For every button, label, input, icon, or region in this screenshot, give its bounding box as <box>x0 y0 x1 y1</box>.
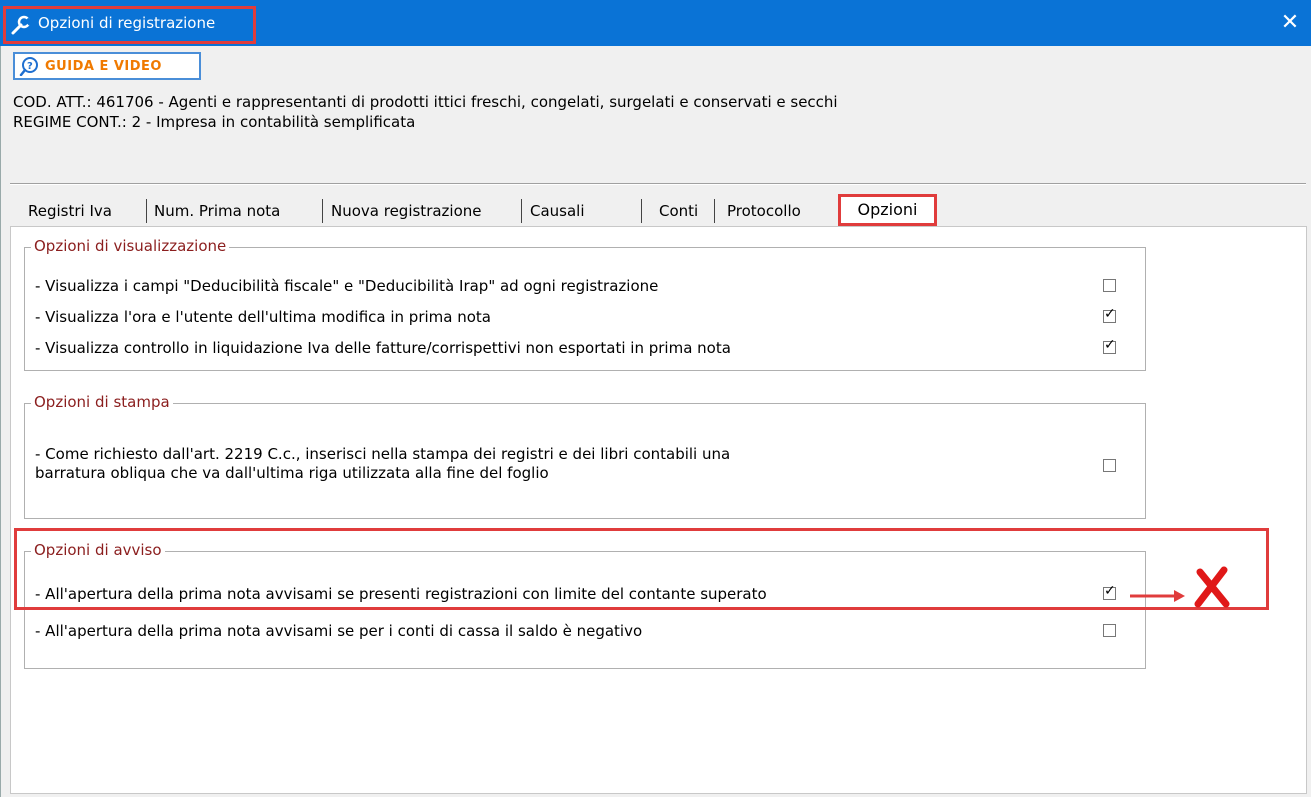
tab-registri-iva[interactable]: Registri Iva <box>28 196 112 226</box>
option-label-barratura-line2: barratura obliqua che va dall'ultima rig… <box>35 464 549 482</box>
tab-divider <box>714 199 715 223</box>
option-label-deducibilita: - Visualizza i campi "Deducibilità fisca… <box>35 277 659 295</box>
option-label-limite-contante: - All'apertura della prima nota avvisami… <box>35 585 767 603</box>
activity-code-line: COD. ATT.: 461706 - Agenti e rappresenta… <box>13 93 838 111</box>
svg-text:?: ? <box>27 61 33 72</box>
tab-conti[interactable]: Conti <box>659 196 698 226</box>
option-label-saldo-negativo: - All'apertura della prima nota avvisami… <box>35 622 643 640</box>
separator <box>10 183 1306 185</box>
arrow-right-icon <box>1130 590 1185 602</box>
group-title-avviso: Opzioni di avviso <box>31 541 165 559</box>
tab-nuova-registrazione[interactable]: Nuova registrazione <box>331 196 482 226</box>
checkbox-controllo-liquidazione[interactable] <box>1103 337 1116 354</box>
tab-divider <box>521 199 522 223</box>
option-label-controllo-liquidazione: - Visualizza controllo in liquidazione I… <box>35 339 731 357</box>
tab-divider <box>322 199 323 223</box>
group-avviso: Opzioni di avviso - All'apertura della p… <box>24 541 1146 669</box>
options-panel: Opzioni di visualizzazione - Visualizza … <box>10 226 1307 794</box>
group-visualizzazione: Opzioni di visualizzazione - Visualizza … <box>24 237 1146 371</box>
tab-protocollo[interactable]: Protocollo <box>727 196 801 226</box>
guida-e-video-label: GUIDA E VIDEO <box>45 59 162 74</box>
group-title-stampa: Opzioni di stampa <box>31 393 173 411</box>
checkbox-ultima-modifica[interactable] <box>1103 306 1116 323</box>
cross-mark-icon <box>1194 566 1230 608</box>
title-highlight-box <box>3 6 256 44</box>
checkbox-saldo-negativo[interactable] <box>1103 624 1116 637</box>
regime-line: REGIME CONT.: 2 - Impresa in contabilità… <box>13 113 416 131</box>
search-icon: ? <box>19 57 38 76</box>
checkbox-deducibilita[interactable] <box>1103 279 1116 292</box>
option-label-ultima-modifica: - Visualizza l'ora e l'utente dell'ultim… <box>35 308 491 326</box>
option-label-barratura-line1: - Come richiesto dall'art. 2219 C.c., in… <box>35 445 731 463</box>
checkbox-barratura[interactable] <box>1103 459 1116 472</box>
guida-e-video-button[interactable]: ? GUIDA E VIDEO <box>13 52 201 80</box>
checkbox-limite-contante[interactable] <box>1103 583 1116 600</box>
tab-divider <box>146 199 147 223</box>
tab-divider <box>641 199 642 223</box>
tab-causali[interactable]: Causali <box>530 196 585 226</box>
tab-opzioni[interactable]: Opzioni <box>838 194 937 226</box>
group-stampa: Opzioni di stampa - Come richiesto dall'… <box>24 393 1146 519</box>
group-title-visualizzazione: Opzioni di visualizzazione <box>31 237 230 255</box>
tab-num-prima-nota[interactable]: Num. Prima nota <box>154 196 280 226</box>
close-button[interactable]: ✕ <box>1275 8 1305 38</box>
